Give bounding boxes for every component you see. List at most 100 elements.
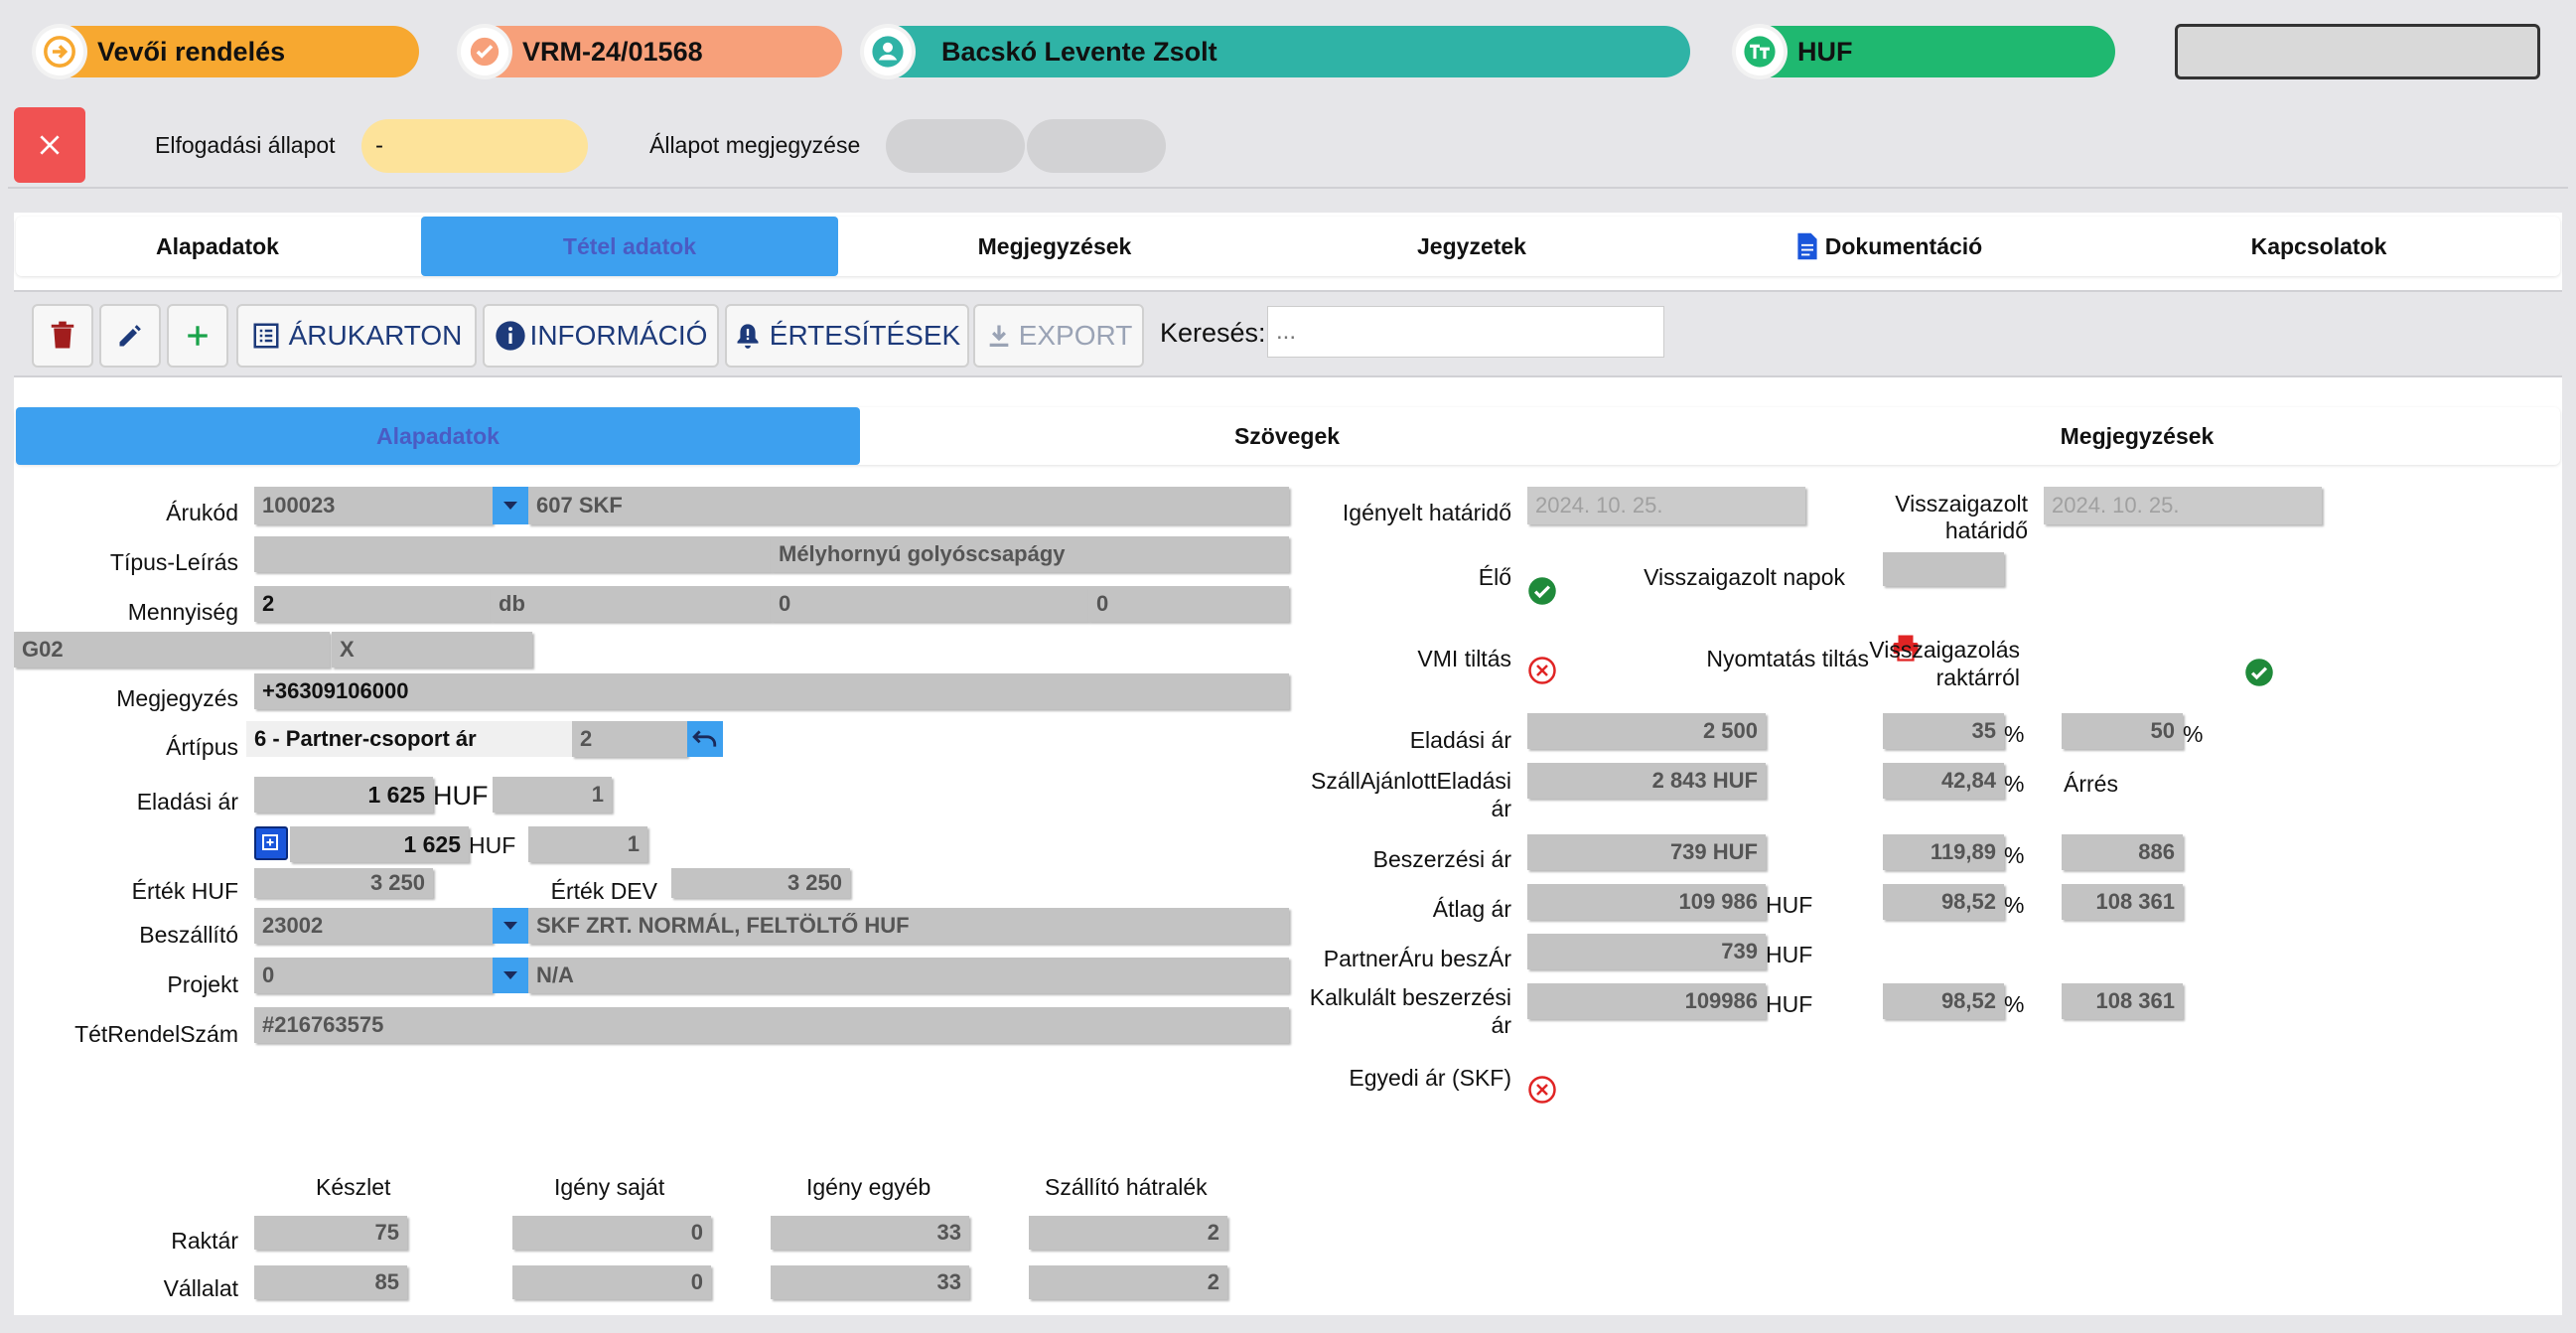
- export-button[interactable]: EXPORT: [973, 304, 1144, 368]
- szall-value: 2 843: [1651, 768, 1707, 793]
- szall-p-value: 42,84: [1940, 768, 1996, 793]
- eladasi-ar2-currency: HUF: [469, 832, 516, 858]
- add-price-button[interactable]: [254, 826, 288, 860]
- tab-megjegyzesek[interactable]: Megjegyzések: [846, 217, 1263, 276]
- status-note-field-1[interactable]: [886, 119, 1025, 173]
- subtab-label: Megjegyzések: [2060, 422, 2215, 449]
- atlag-currency: HUF: [1766, 892, 1813, 918]
- stock-cell: 2: [1029, 1216, 1227, 1250]
- atlag-value: 109 986: [1678, 889, 1758, 914]
- subtab-szovegek[interactable]: Szövegek: [860, 407, 1714, 465]
- stock-cell: 75: [254, 1216, 407, 1250]
- elo-label: Élő: [1478, 564, 1511, 590]
- kalk-currency: HUF: [1766, 991, 1813, 1017]
- eladasi-ar-label: Eladási ár: [136, 789, 238, 815]
- beszallito-dropdown[interactable]: [493, 908, 528, 944]
- eladasi-p2-value: 50: [2150, 718, 2175, 743]
- stock-value: 0: [690, 1269, 703, 1294]
- informacio-button[interactable]: INFORMÁCIÓ: [483, 304, 719, 368]
- stock-cell: 33: [771, 1216, 969, 1250]
- stock-header-szallito-hatralek: Szállító hátralék: [1045, 1174, 1208, 1200]
- acceptance-value[interactable]: -: [361, 119, 588, 173]
- arres-label: Árrés: [2064, 771, 2118, 797]
- arukarton-button[interactable]: ÁRUKARTON: [236, 304, 477, 368]
- delete-button[interactable]: [32, 304, 93, 368]
- tipus-label: Típus-Leírás: [109, 549, 238, 575]
- tab-tetel-adatok[interactable]: Tétel adatok: [421, 217, 838, 276]
- kalk-label: Kalkulált beszerzési ár: [1310, 983, 1511, 1039]
- beszallito-field[interactable]: 23002: [254, 908, 493, 944]
- partner-value: 739: [1721, 939, 1758, 963]
- visszaig-hat-label: Visszaigazolt határidő: [1895, 491, 2028, 544]
- plus-icon: [188, 326, 208, 346]
- status-note-field-2[interactable]: [1027, 119, 1166, 173]
- beszallito-name-field: SKF ZRT. NORMÁL, FELTÖLTŐ HUF: [528, 908, 1289, 944]
- arukod-dropdown[interactable]: [493, 487, 528, 524]
- x-field: X: [332, 632, 532, 667]
- doc-type-label: Vevői rendelés: [97, 36, 286, 67]
- informacio-label: INFORMÁCIÓ: [529, 320, 708, 351]
- edit-button[interactable]: [99, 304, 161, 368]
- artipus-label: Ártípus: [166, 734, 238, 760]
- subtab-megjegyzesek[interactable]: Megjegyzések: [1714, 407, 2560, 465]
- tab-dokumentacio[interactable]: Dokumentáció: [1680, 217, 2097, 276]
- ertesitesek-button[interactable]: ÉRTESÍTÉSEK: [725, 304, 969, 368]
- search-input[interactable]: [1267, 306, 1664, 358]
- visszaig-napok-field[interactable]: [1883, 552, 2004, 586]
- visszaig-hat-field[interactable]: 2024. 10. 25.: [2044, 487, 2322, 524]
- igenyelt-field[interactable]: 2024. 10. 25.: [1527, 487, 1805, 524]
- eladasi-p2-field[interactable]: 50: [2062, 713, 2183, 749]
- nyomtatas-label: Nyomtatás tiltás: [1706, 646, 1869, 671]
- eladasi-field[interactable]: 2 500: [1527, 713, 1766, 749]
- stock-value: 2: [1207, 1220, 1219, 1245]
- close-button[interactable]: [14, 107, 85, 183]
- search-label: Keresés:: [1160, 318, 1266, 348]
- projekt-dropdown[interactable]: [493, 958, 528, 993]
- mennyiseg-label: Mennyiség: [127, 599, 238, 625]
- megjegyzes-field[interactable]: +36309106000: [254, 673, 1289, 709]
- subtab-alapadatok[interactable]: Alapadatok: [16, 407, 860, 465]
- currency-label: HUF: [1797, 36, 1853, 67]
- eladasi-ar2-value: 1 625: [403, 830, 461, 857]
- beszallito-value: 23002: [262, 913, 324, 938]
- mennyiseg-d: 0: [1096, 591, 1109, 616]
- tab-alapadatok[interactable]: Alapadatok: [16, 217, 419, 276]
- tab-jegyzetek[interactable]: Jegyzetek: [1263, 217, 1680, 276]
- szall-currency: HUF: [1712, 768, 1758, 793]
- eladasi-label: Eladási ár: [1409, 727, 1511, 753]
- doc-number-label: VRM-24/01568: [522, 36, 703, 67]
- partner-field: 739: [1527, 934, 1766, 969]
- order-icon: [32, 24, 87, 79]
- ertek-dev-field: 3 250: [671, 868, 850, 898]
- tab-label: Kapcsolatok: [2250, 232, 2387, 259]
- eladasi-ar-qty-field: 1: [493, 777, 612, 813]
- list-icon: [253, 323, 279, 349]
- arukod-field[interactable]: 100023: [254, 487, 493, 524]
- customer-label: Bacskó Levente Zsolt: [941, 36, 1217, 67]
- mennyiseg-field[interactable]: 2: [254, 586, 491, 622]
- beszerzesi-field: 739 HUF: [1527, 834, 1766, 870]
- artipus-field[interactable]: 6 - Partner-csoport ár: [246, 721, 572, 757]
- tab-label: Alapadatok: [156, 232, 279, 259]
- tab-kapcsolatok[interactable]: Kapcsolatok: [2097, 217, 2540, 276]
- atlag-v-value: 108 361: [2095, 889, 2175, 914]
- megjegyzes-value: +36309106000: [262, 678, 409, 703]
- artipus-reset-button[interactable]: [687, 721, 723, 757]
- projekt-field[interactable]: 0: [254, 958, 493, 993]
- add-button[interactable]: [167, 304, 228, 368]
- kalk-v-field: 108 361: [2062, 983, 2183, 1019]
- subtab-label: Szövegek: [1233, 422, 1341, 449]
- currency-pill: HUF: [1732, 24, 2115, 79]
- subtab-label: Alapadatok: [376, 422, 500, 449]
- eladasi-ar2-field[interactable]: 1 625: [290, 826, 469, 862]
- visszaig-hat-label-1: Visszaigazolt: [1895, 491, 2028, 517]
- eladasi-ar-field[interactable]: 1 625: [254, 777, 433, 813]
- tetrendelszam-field[interactable]: #216763575: [254, 1007, 1289, 1043]
- percent-sign: %: [2004, 991, 2025, 1017]
- eladasi-p1-field[interactable]: 35: [1883, 713, 2004, 749]
- ertesitesek-label: ÉRTESÍTÉSEK: [769, 320, 961, 351]
- arukod-value: 100023: [262, 493, 336, 518]
- tetrendelszam-label: TétRendelSzám: [74, 1021, 238, 1047]
- export-label: EXPORT: [1018, 320, 1133, 351]
- elo-check-icon: [1527, 576, 1557, 606]
